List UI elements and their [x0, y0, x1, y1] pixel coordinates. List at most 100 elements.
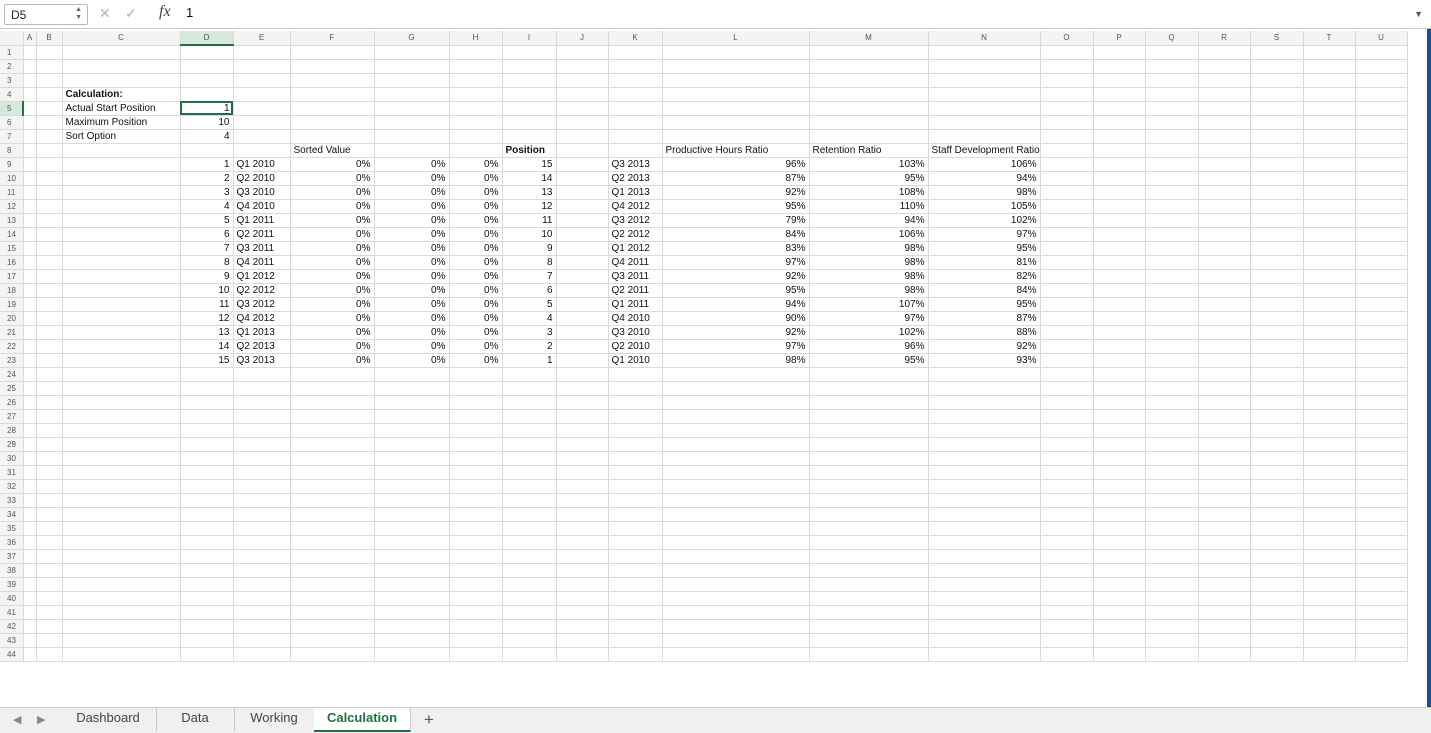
- cell-b32[interactable]: [36, 479, 63, 494]
- cell-o22[interactable]: [1040, 339, 1094, 354]
- cell-i42[interactable]: [502, 619, 557, 634]
- cell-a25[interactable]: [23, 381, 37, 396]
- cell-r26[interactable]: [1198, 395, 1251, 410]
- cell-e34[interactable]: [233, 507, 291, 522]
- cell-i40[interactable]: [502, 591, 557, 606]
- cell-q36[interactable]: [1145, 535, 1199, 550]
- cell-n29[interactable]: [928, 437, 1041, 452]
- cell-l41[interactable]: [662, 605, 810, 620]
- cell-n28[interactable]: [928, 423, 1041, 438]
- cell-t23[interactable]: [1303, 353, 1356, 368]
- row-header-9[interactable]: 9: [0, 157, 24, 172]
- column-header-s[interactable]: S: [1250, 31, 1304, 46]
- column-header-o[interactable]: O: [1040, 31, 1094, 46]
- cell-r27[interactable]: [1198, 409, 1251, 424]
- cell-l38[interactable]: [662, 563, 810, 578]
- cell-j31[interactable]: [556, 465, 609, 480]
- cell-r8[interactable]: [1198, 143, 1251, 158]
- cell-s10[interactable]: [1250, 171, 1304, 186]
- cell-e9[interactable]: Q1 2010: [233, 157, 291, 172]
- cell-c9[interactable]: [62, 157, 181, 172]
- cell-a43[interactable]: [23, 633, 37, 648]
- cell-b23[interactable]: [36, 353, 63, 368]
- cell-e14[interactable]: Q2 2011: [233, 227, 291, 242]
- cell-f1[interactable]: [290, 45, 375, 60]
- cell-u32[interactable]: [1355, 479, 1408, 494]
- cell-g27[interactable]: [374, 409, 450, 424]
- cell-h4[interactable]: [449, 87, 503, 102]
- name-box-stepper-icon[interactable]: ▲ ▼: [75, 6, 82, 22]
- cell-p3[interactable]: [1093, 73, 1146, 88]
- cell-s41[interactable]: [1250, 605, 1304, 620]
- cell-d11[interactable]: 3: [180, 185, 234, 200]
- cell-f33[interactable]: [290, 493, 375, 508]
- cell-h17[interactable]: 0%: [449, 269, 503, 284]
- column-header-f[interactable]: F: [290, 31, 375, 46]
- cell-e3[interactable]: [233, 73, 291, 88]
- cell-r44[interactable]: [1198, 647, 1251, 662]
- cell-b6[interactable]: [36, 115, 63, 130]
- cell-i44[interactable]: [502, 647, 557, 662]
- cell-l4[interactable]: [662, 87, 810, 102]
- cell-o24[interactable]: [1040, 367, 1094, 382]
- cell-n33[interactable]: [928, 493, 1041, 508]
- cell-l12[interactable]: 95%: [662, 199, 810, 214]
- cell-m39[interactable]: [809, 577, 929, 592]
- row-header-19[interactable]: 19: [0, 297, 24, 312]
- cell-t24[interactable]: [1303, 367, 1356, 382]
- cell-k42[interactable]: [608, 619, 663, 634]
- cell-u24[interactable]: [1355, 367, 1408, 382]
- cell-p19[interactable]: [1093, 297, 1146, 312]
- cell-s19[interactable]: [1250, 297, 1304, 312]
- cell-b34[interactable]: [36, 507, 63, 522]
- cell-e43[interactable]: [233, 633, 291, 648]
- cell-d26[interactable]: [180, 395, 234, 410]
- row-header-28[interactable]: 28: [0, 423, 24, 438]
- cell-q3[interactable]: [1145, 73, 1199, 88]
- cell-i37[interactable]: [502, 549, 557, 564]
- cell-c44[interactable]: [62, 647, 181, 662]
- column-header-n[interactable]: N: [928, 31, 1041, 46]
- cell-i34[interactable]: [502, 507, 557, 522]
- cell-d34[interactable]: [180, 507, 234, 522]
- cell-k37[interactable]: [608, 549, 663, 564]
- cell-i9[interactable]: 15: [502, 157, 557, 172]
- cell-f25[interactable]: [290, 381, 375, 396]
- cell-g10[interactable]: 0%: [374, 171, 450, 186]
- cell-r5[interactable]: [1198, 101, 1251, 116]
- cell-o4[interactable]: [1040, 87, 1094, 102]
- cell-b13[interactable]: [36, 213, 63, 228]
- cell-a30[interactable]: [23, 451, 37, 466]
- cell-l28[interactable]: [662, 423, 810, 438]
- cell-r17[interactable]: [1198, 269, 1251, 284]
- cell-a41[interactable]: [23, 605, 37, 620]
- cell-k29[interactable]: [608, 437, 663, 452]
- cell-f23[interactable]: 0%: [290, 353, 375, 368]
- cell-q28[interactable]: [1145, 423, 1199, 438]
- cell-e19[interactable]: Q3 2012: [233, 297, 291, 312]
- cell-k31[interactable]: [608, 465, 663, 480]
- cell-e23[interactable]: Q3 2013: [233, 353, 291, 368]
- cell-q39[interactable]: [1145, 577, 1199, 592]
- cell-m44[interactable]: [809, 647, 929, 662]
- cell-m28[interactable]: [809, 423, 929, 438]
- cell-p31[interactable]: [1093, 465, 1146, 480]
- cell-t20[interactable]: [1303, 311, 1356, 326]
- cell-k41[interactable]: [608, 605, 663, 620]
- cell-h28[interactable]: [449, 423, 503, 438]
- cell-l32[interactable]: [662, 479, 810, 494]
- row-header-39[interactable]: 39: [0, 577, 24, 592]
- cell-j15[interactable]: [556, 241, 609, 256]
- cell-r10[interactable]: [1198, 171, 1251, 186]
- cell-l7[interactable]: [662, 129, 810, 144]
- cell-e8[interactable]: [233, 143, 291, 158]
- cell-s13[interactable]: [1250, 213, 1304, 228]
- cell-j11[interactable]: [556, 185, 609, 200]
- cell-l26[interactable]: [662, 395, 810, 410]
- cell-p15[interactable]: [1093, 241, 1146, 256]
- row-header-30[interactable]: 30: [0, 451, 24, 466]
- cell-t14[interactable]: [1303, 227, 1356, 242]
- cell-d9[interactable]: 1: [180, 157, 234, 172]
- cell-k21[interactable]: Q3 2010: [608, 325, 663, 340]
- cell-g40[interactable]: [374, 591, 450, 606]
